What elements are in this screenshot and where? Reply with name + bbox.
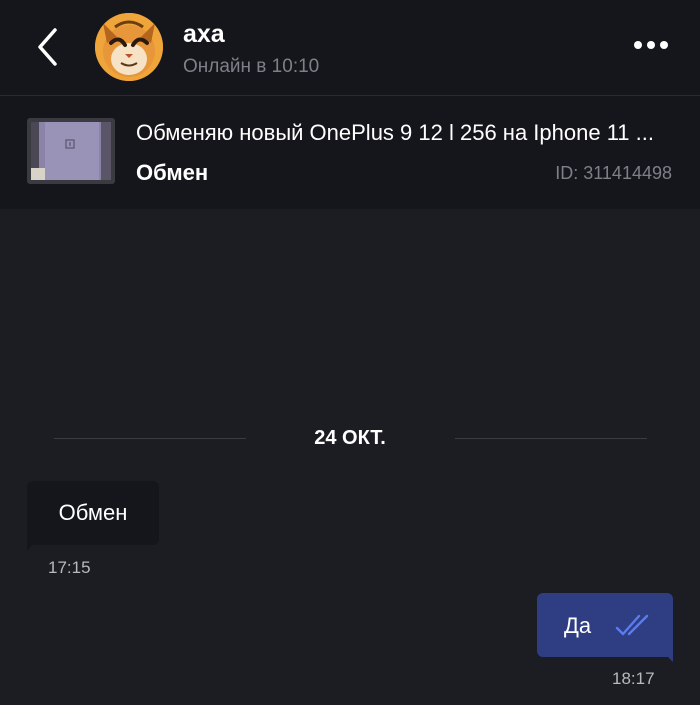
double-check-icon	[615, 612, 657, 643]
incoming-message-bubble[interactable]: Обмен	[27, 481, 159, 545]
date-divider-left	[54, 438, 246, 439]
chat-header: аха Онлайн в 10:10	[0, 0, 700, 95]
chevron-left-icon	[38, 28, 57, 66]
phone-image-icon	[29, 120, 113, 182]
avatar[interactable]	[95, 13, 163, 81]
outgoing-message-bubble[interactable]: Да	[537, 593, 673, 657]
back-button[interactable]	[28, 22, 68, 72]
listing-card[interactable]: Обменяю новый OnePlus 9 12 l 256 на Ipho…	[0, 96, 700, 209]
message-time: 18:17	[612, 669, 655, 688]
contact-name: аха	[183, 20, 225, 48]
contact-status: Онлайн в 10:10	[183, 56, 320, 77]
cat-avatar-icon	[95, 13, 163, 81]
date-divider-right	[455, 438, 647, 439]
message-text: Да	[564, 613, 592, 638]
message-text: Обмен	[58, 500, 128, 525]
message-time: 17:15	[48, 558, 91, 577]
more-button[interactable]	[628, 30, 674, 60]
more-horizontal-icon	[634, 41, 668, 49]
listing-category: Обмен	[136, 160, 209, 185]
listing-id: ID: 311414498	[555, 163, 672, 183]
date-separator: 24 ОКТ.	[314, 427, 386, 449]
listing-thumbnail	[27, 118, 115, 184]
listing-title: Обменяю новый OnePlus 9 12 l 256 на Ipho…	[136, 120, 654, 145]
